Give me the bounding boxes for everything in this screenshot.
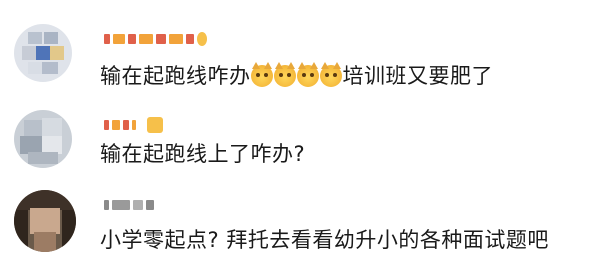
- username-blurred[interactable]: [104, 116, 163, 134]
- comment-item: 输在起跑线咋办 培训班又要肥了: [0, 0, 600, 96]
- avatar[interactable]: [14, 110, 72, 168]
- doge-emoji-icon: [297, 62, 319, 87]
- comment-item: 输在起跑线上了咋办?: [0, 96, 600, 180]
- doge-emoji-icon: [251, 62, 273, 87]
- comment-item: 小学零起点? 拜托去看看幼升小的各种面试题吧: [0, 180, 600, 267]
- avatar[interactable]: [14, 190, 76, 252]
- comment-text-before-emoji: 输在起跑线咋办: [100, 64, 251, 88]
- doge-emoji-icon: [274, 62, 296, 87]
- username-blurred[interactable]: [104, 196, 154, 214]
- comment-text-content: 小学零起点? 拜托去看看幼升小的各种面试题吧: [100, 228, 549, 252]
- comment-text: 小学零起点? 拜托去看看幼升小的各种面试题吧: [100, 226, 549, 254]
- comment-text: 输在起跑线咋办 培训班又要肥了: [100, 62, 493, 90]
- comment-text-after-emoji: 培训班又要肥了: [342, 64, 493, 88]
- comment-text-content: 输在起跑线上了咋办?: [100, 142, 306, 166]
- comment-text: 输在起跑线上了咋办?: [100, 140, 305, 168]
- username-blurred[interactable]: [104, 30, 207, 48]
- doge-emoji-icon: [320, 62, 342, 87]
- avatar[interactable]: [14, 24, 72, 82]
